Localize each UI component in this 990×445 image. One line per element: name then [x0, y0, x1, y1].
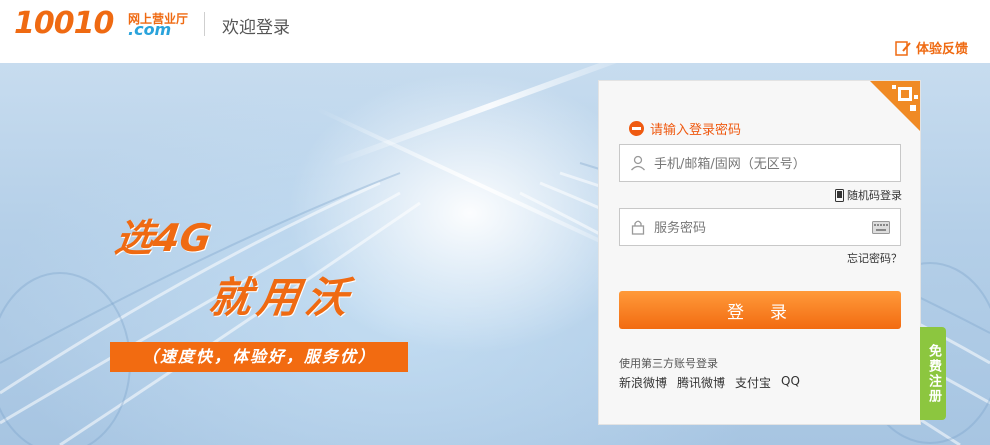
- password-field[interactable]: [619, 208, 901, 247]
- account-input[interactable]: [652, 145, 866, 183]
- forgot-password-label: 忘记密码？: [847, 252, 902, 265]
- free-register-tab[interactable]: 免费注册: [920, 327, 946, 420]
- weibo-tencent-link[interactable]: 腾讯微博: [677, 374, 725, 391]
- error-text: 请输入登录密码: [650, 123, 742, 138]
- slogan-bar: （速度快，体验好，服务优）: [110, 342, 408, 372]
- password-input[interactable]: [652, 209, 866, 247]
- page-title: 欢迎登录: [222, 18, 290, 38]
- header-divider: [204, 12, 205, 36]
- third-party-label: 使用第三方账号登录: [619, 357, 718, 370]
- qq-link[interactable]: QQ: [781, 374, 800, 391]
- keyboard-icon[interactable]: [872, 221, 890, 234]
- error-message: 请输入登录密码: [629, 119, 741, 138]
- weibo-sina-link[interactable]: 新浪微博: [619, 374, 667, 391]
- random-code-login-link[interactable]: 随机码登录: [835, 187, 902, 203]
- phone-icon: [835, 188, 844, 202]
- logo-number[interactable]: 10010: [14, 6, 114, 41]
- slogan-line2: 就用沃: [206, 273, 358, 322]
- third-party-list: 新浪微博 腾讯微博 支付宝 QQ: [619, 374, 800, 391]
- login-button[interactable]: 登录: [619, 291, 901, 329]
- qr-code-icon[interactable]: [870, 81, 920, 131]
- minus-circle-icon: [629, 121, 644, 136]
- feedback-link[interactable]: 体验反馈: [894, 38, 968, 57]
- account-field[interactable]: [619, 144, 901, 183]
- lock-icon: [631, 220, 645, 235]
- feedback-label: 体验反馈: [915, 42, 968, 57]
- logo-com: .com: [128, 20, 172, 39]
- login-panel: 请输入登录密码 随机码登录 忘记密码？: [598, 80, 921, 425]
- forgot-password-link[interactable]: 忘记密码？: [847, 250, 902, 266]
- site-header: 10010 网上营业厅 .com 欢迎登录 体验反馈: [0, 0, 990, 63]
- random-code-login-label: 随机码登录: [847, 189, 902, 202]
- alipay-link[interactable]: 支付宝: [735, 374, 771, 391]
- feedback-icon: [895, 40, 911, 56]
- slogan-line1: 选4G: [112, 216, 215, 260]
- user-icon: [631, 155, 645, 171]
